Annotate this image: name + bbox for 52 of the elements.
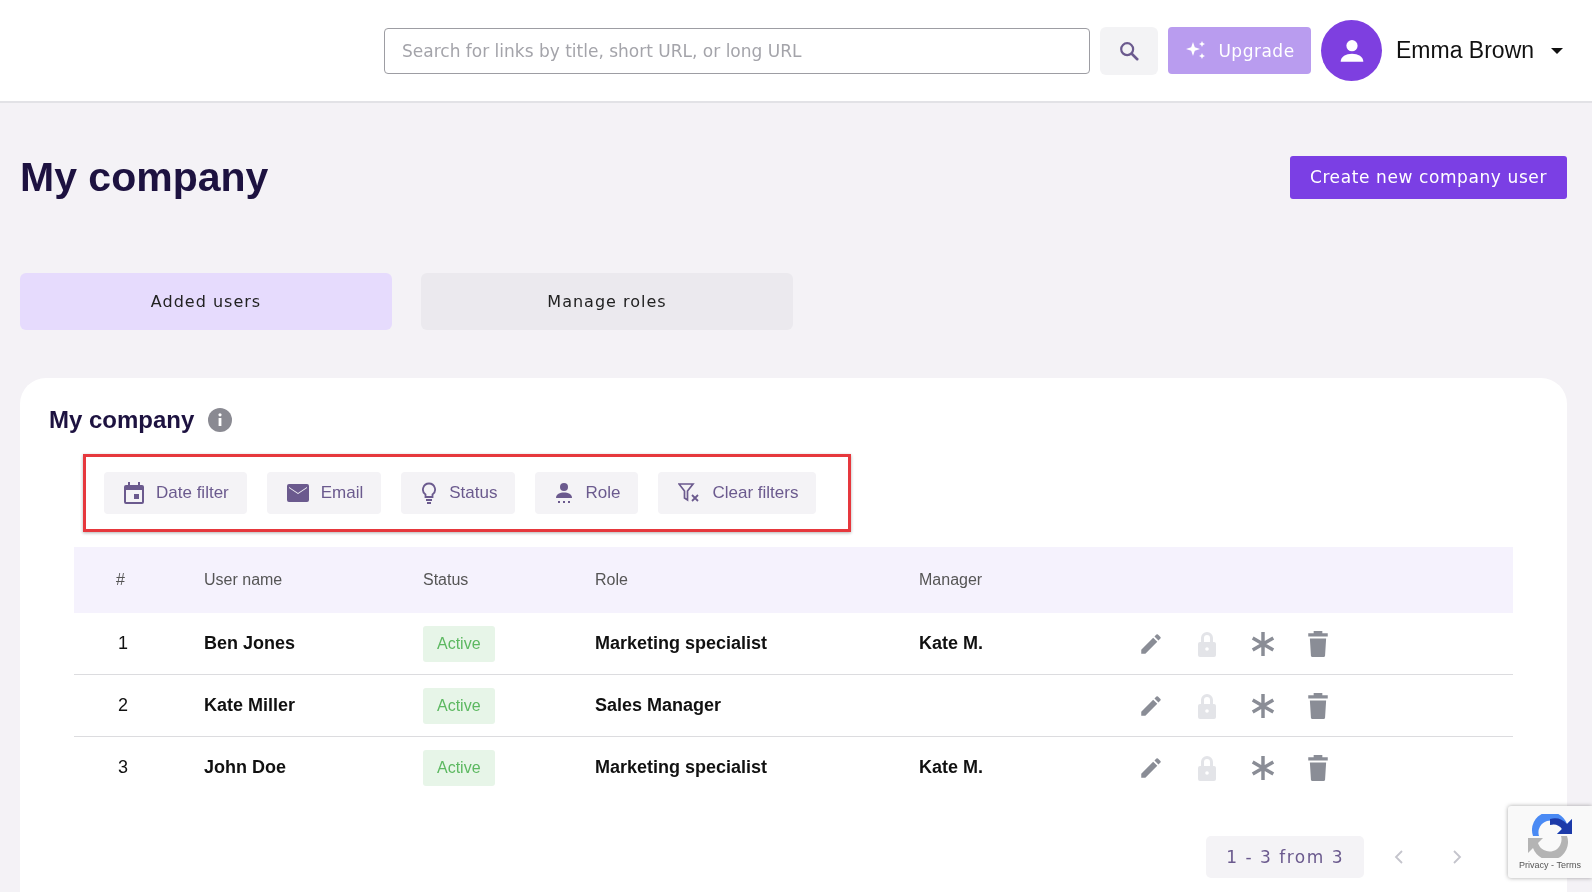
table-cell-text: Kate Miller [204,695,297,716]
filter-button[interactable]: Date filter [104,472,247,514]
asterisk-icon[interactable] [1250,630,1276,657]
trash-icon[interactable] [1308,630,1328,657]
pagination-count: 1 - 3 from 3 [1206,836,1364,878]
person-icon [555,482,574,504]
create-user-button[interactable]: Create new company user [1289,155,1567,199]
status-badge: Active [423,687,495,724]
filter-button[interactable]: Status [401,472,516,514]
column-header: Role [595,571,629,589]
page-title: My company [20,153,269,201]
filter-button[interactable]: Email [266,472,382,514]
tab[interactable]: Manage roles [421,273,793,330]
tab[interactable]: Added users [20,273,392,330]
column-header: Manager [919,571,984,589]
table-cell-text: 3 [117,757,129,778]
trash-icon[interactable] [1308,692,1328,719]
filter-button[interactable]: Role [535,472,639,514]
table-cell-text: 2 [117,695,129,716]
table-cell-text: Ben Jones [204,633,297,654]
table-cell-text: Sales Manager [595,695,723,716]
user-menu[interactable]: Emma Brown [1396,37,1565,64]
status-badge: Active [423,625,495,662]
search-icon [1118,39,1140,62]
chevron-right-icon[interactable] [1452,849,1462,865]
recaptcha-logo-icon [1527,814,1573,858]
calendar-icon [124,482,144,504]
table-cell: Kate M. [919,633,983,653]
trash-icon[interactable] [1308,754,1328,781]
envelope-icon [286,484,309,502]
table-cell: Kate M. [919,757,983,777]
avatar[interactable] [1321,20,1382,81]
search-field[interactable]: Search for links by title, short URL, or long URL [384,27,1090,74]
table-cell-text: 1 [117,633,129,654]
asterisk-icon[interactable] [1250,692,1276,719]
lightbulb-icon [421,482,438,504]
recaptcha-links[interactable]: Privacy - Terms [1519,860,1581,870]
chevron-left-icon[interactable] [1394,849,1404,865]
search-button[interactable] [1100,26,1158,75]
column-header: # [115,571,126,589]
card-title: My company [49,406,195,434]
caret-icon [1550,45,1565,56]
table-cell-text: Marketing specialist [595,757,769,778]
filter-button[interactable]: Clear filters [658,472,817,514]
asterisk-icon[interactable] [1250,754,1276,781]
filter-clear-icon [678,483,701,503]
column-header: User name [204,571,284,589]
table-cell-text: Marketing specialist [595,633,769,654]
status-badge: Active [423,749,495,786]
info-icon[interactable] [208,408,233,432]
column-header: Status [423,571,470,589]
table-cell-text: John Doe [204,757,287,778]
